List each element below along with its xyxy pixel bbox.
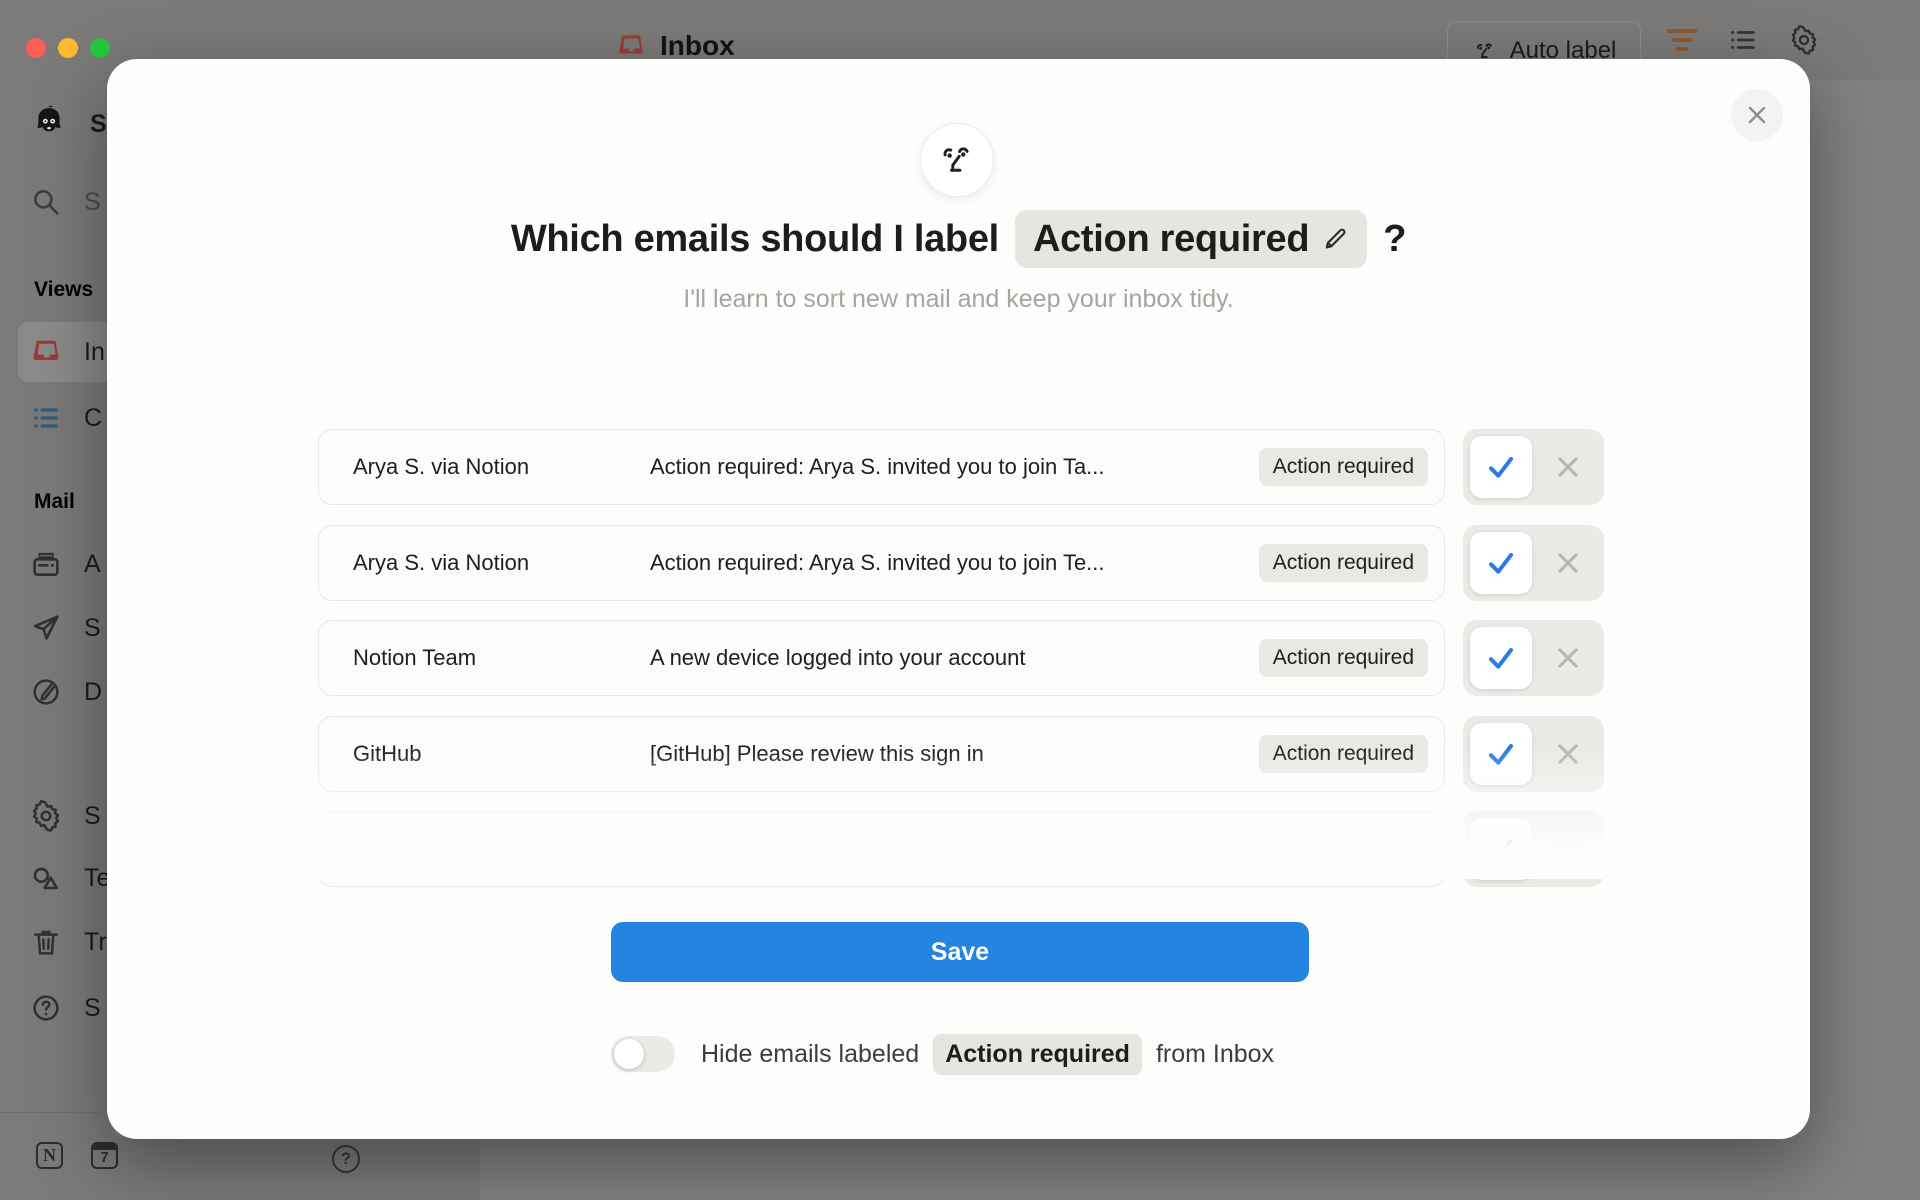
label-vote-group [1463,429,1604,505]
sidebar-item-label: Tr [84,928,107,957]
gear-icon [30,800,62,832]
sidebar-item-label: In [84,338,105,367]
save-button[interactable]: Save [611,922,1309,982]
confirm-label-button[interactable] [1470,532,1532,594]
reject-label-button[interactable] [1532,549,1604,577]
confirm-label-button[interactable] [1470,723,1532,785]
sidebar-item-inbox[interactable]: In [30,336,105,368]
email-summary: A new device logged into your account [650,645,1259,671]
email-summary: Action required: Arya S. invited you to … [650,454,1259,480]
auto-label-dialog: Which emails should I label Action requi… [107,59,1810,1139]
sidebar-divider [0,1112,100,1113]
sidebar-section-mail: Mail [34,490,75,514]
email-card: Arya S. via Notion Action required: Arya… [318,525,1445,601]
sidebar-item-all-mail[interactable]: A [30,548,101,580]
email-label-chip: Action required [1259,448,1428,486]
email-card: Arya S. via Notion Action required: Arya… [318,429,1445,505]
reject-label-button[interactable] [1532,644,1604,672]
confirm-label-button[interactable] [1470,436,1532,498]
reject-label-button[interactable] [1532,453,1604,481]
view-title: Inbox [616,30,735,62]
confirm-label-button[interactable] [1470,818,1532,880]
email-label-chip: Action required [1259,735,1428,773]
email-row: Arya S. via Notion Action required: Arya… [318,429,1718,505]
hide-toggle-suffix: from Inbox [1156,1040,1274,1069]
help-bubble-icon[interactable]: ? [332,1145,360,1173]
toggle-knob [614,1039,644,1069]
notion-logo-badge[interactable]: N [36,1142,63,1169]
sidebar-item-support[interactable]: S [30,992,101,1024]
sidebar-workspace[interactable]: S [30,104,107,144]
label-vote-group [1463,811,1604,887]
confirm-label-button[interactable] [1470,627,1532,689]
email-label-chip: Action required [1259,544,1428,582]
sidebar-section-views: Views [34,278,93,302]
email-card: Notion Team A new device logged into you… [318,620,1445,696]
sidebar-item-label: S [84,994,101,1023]
sidebar-item-label: S [84,614,101,643]
label-vote-group [1463,525,1604,601]
window-minimize-button[interactable] [58,38,78,58]
email-row [318,811,1718,887]
window-zoom-button[interactable] [90,38,110,58]
search-icon [30,186,62,218]
email-card [318,811,1445,887]
email-sender: GitHub [353,741,650,767]
hide-toggle-label-chip: Action required [933,1034,1142,1075]
email-sender: Arya S. via Notion [353,454,650,480]
workspace-name: S [90,110,107,139]
sidebar-item-trash[interactable]: Tr [30,926,107,958]
hide-labeled-toggle[interactable] [611,1036,675,1072]
sidebar-item-label: A [84,550,101,579]
hide-labeled-row: Hide emails labeled Action required from… [611,1032,1274,1076]
sidebar-item-drafts[interactable]: D [30,676,102,708]
email-row: GitHub [GitHub] Please review this sign … [318,716,1718,792]
inbox-icon [616,31,646,61]
hide-toggle-prefix: Hide emails labeled [701,1040,919,1069]
email-summary: Action required: Arya S. invited you to … [650,550,1259,576]
inbox-icon [30,336,62,368]
label-vote-group [1463,716,1604,792]
help-circle-icon [30,992,62,1024]
bullet-list-icon [30,402,62,434]
email-sender: Arya S. via Notion [353,550,650,576]
draft-pencil-circle-icon [30,676,62,708]
calendar-badge[interactable]: 7 [91,1142,118,1169]
email-sender: Notion Team [353,645,650,671]
sidebar-item-label: D [84,678,102,707]
sidebar-item-label: C [84,404,102,433]
sidebar-item-settings[interactable]: S [30,800,101,832]
email-row: Arya S. via Notion Action required: Arya… [318,525,1718,601]
sidebar-item-sent[interactable]: S [30,612,101,644]
trash-icon [30,926,62,958]
window-close-button[interactable] [26,38,46,58]
reject-label-button[interactable] [1532,740,1604,768]
sidebar-search[interactable]: S [30,186,101,218]
page-title: Inbox [660,30,735,62]
email-summary: [GitHub] Please review this sign in [650,741,1259,767]
label-vote-group [1463,620,1604,696]
search-label: S [84,188,101,217]
email-row: Notion Team A new device logged into you… [318,620,1718,696]
send-icon [30,612,62,644]
sidebar-footer: N 7 [36,1142,118,1169]
close-icon[interactable] [1731,89,1783,141]
email-sample-list: Arya S. via Notion Action required: Arya… [318,59,1718,919]
reject-label-button[interactable] [1532,835,1604,863]
workspace-avatar [30,104,68,144]
sidebar-item-templates[interactable]: Te [30,862,110,894]
shapes-icon [30,862,62,894]
sidebar-item-label: S [84,802,101,831]
email-card: GitHub [GitHub] Please review this sign … [318,716,1445,792]
sidebar-item-custom-view[interactable]: C [30,402,102,434]
mail-card-icon [30,548,62,580]
email-label-chip: Action required [1259,639,1428,677]
